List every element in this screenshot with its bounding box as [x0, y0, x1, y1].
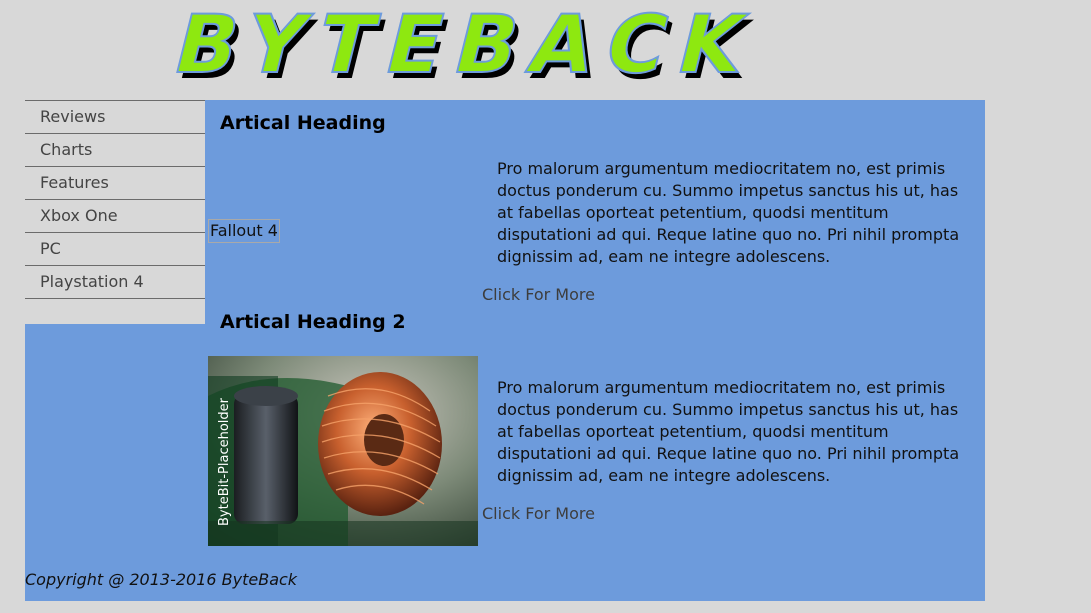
nav-link-features[interactable]: Features — [25, 167, 205, 199]
nav-link-charts[interactable]: Charts — [25, 134, 205, 166]
article-1-body: Pro malorum argumentum mediocritatem no,… — [497, 159, 960, 266]
nav-link-reviews[interactable]: Reviews — [25, 101, 205, 133]
article-2-image[interactable]: ByteBit-Placeholder — [208, 356, 478, 546]
capacitor — [234, 394, 298, 524]
sidebar-item-reviews[interactable]: Reviews — [25, 101, 205, 134]
article-1-heading: Artical Heading — [220, 112, 386, 134]
sidebar-item-pc[interactable]: PC — [25, 233, 205, 266]
article-2-more-link[interactable]: Click For More — [482, 504, 595, 523]
capacitor-top — [234, 386, 298, 406]
photo-bottom-shade — [208, 521, 478, 546]
sidebar-item-charts[interactable]: Charts — [25, 134, 205, 167]
article-2-heading: Artical Heading 2 — [220, 311, 406, 333]
sidebar-item-xbox-one[interactable]: Xbox One — [25, 200, 205, 233]
sidebar-nav: Reviews Charts Features Xbox One PC Play… — [25, 100, 205, 324]
nav-link-xbox-one[interactable]: Xbox One — [25, 200, 205, 232]
byteback-logo[interactable]: BYTEBACK BYTEBACK — [158, 0, 838, 86]
image-caption: ByteBit-Placeholder — [217, 397, 232, 526]
nav-link-playstation-4[interactable]: Playstation 4 — [25, 266, 205, 298]
sidebar-item-features[interactable]: Features — [25, 167, 205, 200]
copyright-footer: Copyright @ 2013-2016 ByteBack — [25, 570, 298, 589]
article-2-body: Pro malorum argumentum mediocritatem no,… — [497, 378, 960, 485]
article-1-more-link[interactable]: Click For More — [482, 285, 595, 304]
sidebar-item-playstation-4[interactable]: Playstation 4 — [25, 266, 205, 299]
logo-text: BYTEBACK — [165, 0, 767, 86]
nav-link-pc[interactable]: PC — [25, 233, 205, 265]
article-1-image-alt[interactable]: Fallout 4 — [208, 219, 280, 243]
